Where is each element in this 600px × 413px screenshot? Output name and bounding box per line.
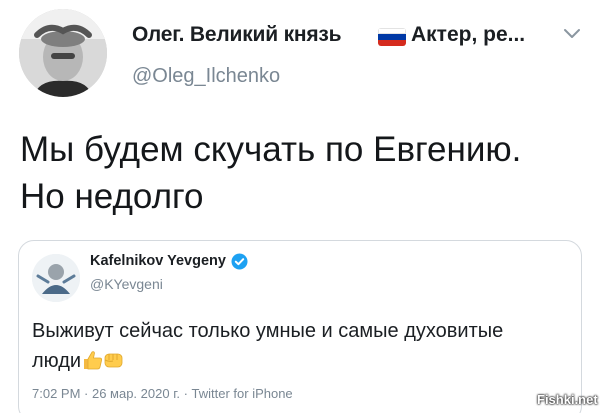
author-handle[interactable]: @Oleg_Ilchenko	[132, 65, 280, 88]
quoted-tweet-text-line-2: люди	[32, 346, 572, 376]
tweet-text-line: Мы будем скучать по Евгению.	[20, 130, 522, 169]
quoted-tweet-metadata: 7:02 PM · 26 мар. 2020 г. · Twitter for …	[32, 386, 293, 401]
quoted-tweet-text-line: Выживут сейчас только умные и самые духо…	[32, 320, 504, 342]
tweet-screenshot: Олег. Великий князь Актер, ре... @Oleg_I…	[0, 0, 600, 413]
author-display-name-continued[interactable]: Актер, ре...	[411, 23, 525, 47]
author-display-name[interactable]: Олег. Великий князь	[132, 23, 342, 47]
tweet-text: Мы будем скучать по Евгению. Но недолго	[20, 126, 580, 220]
russia-flag-icon	[378, 28, 406, 46]
chevron-down-icon[interactable]	[561, 25, 583, 41]
quoted-tweet-text-word: люди	[32, 350, 82, 372]
thumbs-up-icon	[84, 351, 103, 370]
author-avatar[interactable]	[19, 9, 107, 97]
author-avatar-image	[19, 9, 107, 97]
quoted-author-avatar-image	[32, 254, 80, 302]
quoted-tweet-text: Выживут сейчас только умные и самые духо…	[32, 316, 572, 376]
quoted-author-display-name[interactable]: Kafelnikov Yevgeny	[90, 253, 226, 269]
watermark: Fishki.net	[537, 392, 598, 407]
verified-badge-icon	[231, 253, 248, 270]
fist-icon	[104, 353, 123, 368]
tweet-text-line: Но недолго	[20, 177, 204, 216]
quoted-author-handle[interactable]: @KYevgeni	[90, 276, 163, 292]
quoted-author-avatar[interactable]	[32, 254, 80, 302]
quoted-tweet-card[interactable]: Kafelnikov Yevgeny @KYevgeni Выживут сей…	[18, 240, 582, 413]
